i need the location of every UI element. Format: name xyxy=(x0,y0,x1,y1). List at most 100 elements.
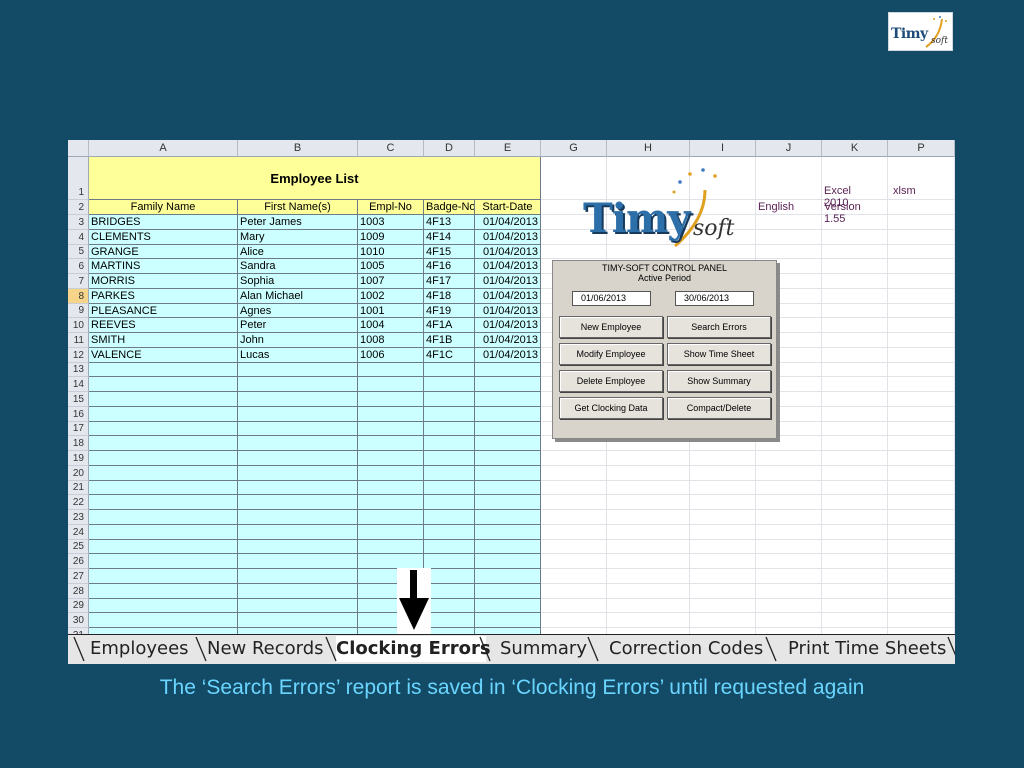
row-header[interactable]: 28 xyxy=(68,583,89,599)
empty-cell[interactable] xyxy=(690,465,756,481)
row-header[interactable]: 12 xyxy=(68,347,89,363)
row-header[interactable]: 15 xyxy=(68,392,89,407)
table-cell[interactable] xyxy=(358,436,424,451)
modify-employee-button[interactable]: Modify Employee xyxy=(559,343,663,365)
empty-cell[interactable] xyxy=(888,333,955,348)
table-cell[interactable]: Alan Michael xyxy=(238,288,358,304)
table-cell[interactable] xyxy=(238,613,358,628)
table-cell[interactable]: Peter xyxy=(238,318,358,333)
table-cell[interactable] xyxy=(238,569,358,584)
table-cell[interactable] xyxy=(424,406,475,422)
table-cell[interactable]: 4F13 xyxy=(424,215,475,230)
table-cell[interactable] xyxy=(475,421,541,437)
table-cell[interactable] xyxy=(358,510,424,525)
table-cell[interactable] xyxy=(424,613,475,628)
table-cell[interactable]: Sandra xyxy=(238,259,358,274)
empty-cell[interactable] xyxy=(607,554,690,569)
empty-cell[interactable] xyxy=(607,465,690,481)
row-header[interactable]: 24 xyxy=(68,524,89,540)
search-errors-button[interactable]: Search Errors xyxy=(667,316,771,338)
table-cell[interactable] xyxy=(89,392,238,407)
empty-cell[interactable] xyxy=(822,451,888,466)
table-cell[interactable] xyxy=(89,436,238,451)
row-header[interactable]: 8 xyxy=(68,288,89,304)
empty-cell[interactable] xyxy=(888,465,955,481)
table-cell[interactable]: 1001 xyxy=(358,303,424,319)
date-to-field[interactable]: 30/06/2013 xyxy=(675,291,754,306)
empty-cell[interactable] xyxy=(541,510,607,525)
delete-employee-button[interactable]: Delete Employee xyxy=(559,370,663,392)
table-cell[interactable]: MARTINS xyxy=(89,259,238,274)
table-cell[interactable] xyxy=(475,480,541,496)
row-header[interactable]: 22 xyxy=(68,495,89,510)
empty-cell[interactable] xyxy=(756,598,822,614)
table-cell[interactable] xyxy=(89,583,238,599)
table-cell[interactable] xyxy=(89,613,238,628)
table-cell[interactable]: 01/04/2013 xyxy=(475,318,541,333)
table-cell[interactable] xyxy=(89,510,238,525)
sheet-tab[interactable]: Summary xyxy=(500,636,600,662)
table-cell[interactable] xyxy=(358,539,424,555)
table-cell[interactable] xyxy=(424,495,475,510)
empty-cell[interactable] xyxy=(541,583,607,599)
empty-cell[interactable] xyxy=(822,436,888,451)
empty-cell[interactable] xyxy=(888,539,955,555)
table-cell[interactable]: BRIDGES xyxy=(89,215,238,230)
row-header[interactable]: 7 xyxy=(68,274,89,289)
empty-cell[interactable] xyxy=(888,451,955,466)
table-cell[interactable]: 01/04/2013 xyxy=(475,215,541,230)
empty-cell[interactable] xyxy=(607,539,690,555)
empty-cell[interactable] xyxy=(888,598,955,614)
table-cell[interactable] xyxy=(238,524,358,540)
empty-cell[interactable] xyxy=(756,495,822,510)
table-cell[interactable] xyxy=(238,510,358,525)
empty-cell[interactable] xyxy=(756,539,822,555)
table-cell[interactable]: 1008 xyxy=(358,333,424,348)
column-header[interactable]: I xyxy=(690,140,756,157)
table-cell[interactable] xyxy=(475,554,541,569)
table-cell[interactable]: John xyxy=(238,333,358,348)
table-cell[interactable]: Agnes xyxy=(238,303,358,319)
table-cell[interactable] xyxy=(358,377,424,392)
empty-cell[interactable] xyxy=(690,613,756,628)
empty-cell[interactable] xyxy=(888,229,955,245)
empty-cell[interactable] xyxy=(888,318,955,333)
table-cell[interactable]: 4F15 xyxy=(424,244,475,260)
row-header[interactable]: 4 xyxy=(68,229,89,245)
empty-cell[interactable] xyxy=(888,259,955,274)
empty-cell[interactable] xyxy=(607,583,690,599)
table-cell[interactable]: 1006 xyxy=(358,347,424,363)
table-header-cell[interactable]: Family Name xyxy=(89,200,238,215)
empty-cell[interactable] xyxy=(822,229,888,245)
table-cell[interactable] xyxy=(475,436,541,451)
column-header[interactable]: P xyxy=(888,140,955,157)
table-cell[interactable] xyxy=(475,406,541,422)
table-cell[interactable] xyxy=(358,495,424,510)
empty-cell[interactable] xyxy=(607,598,690,614)
empty-cell[interactable] xyxy=(541,598,607,614)
table-cell[interactable] xyxy=(358,362,424,378)
row-header[interactable]: 20 xyxy=(68,465,89,481)
row-header[interactable]: 11 xyxy=(68,333,89,348)
table-cell[interactable] xyxy=(424,377,475,392)
empty-cell[interactable] xyxy=(822,495,888,510)
empty-cell[interactable] xyxy=(888,406,955,422)
table-cell[interactable]: 1004 xyxy=(358,318,424,333)
table-cell[interactable] xyxy=(475,465,541,481)
empty-cell[interactable] xyxy=(756,569,822,584)
table-cell[interactable] xyxy=(238,480,358,496)
table-cell[interactable] xyxy=(475,362,541,378)
empty-cell[interactable] xyxy=(822,362,888,378)
table-cell[interactable] xyxy=(424,569,475,584)
table-cell[interactable]: 1007 xyxy=(358,274,424,289)
empty-cell[interactable] xyxy=(690,539,756,555)
table-cell[interactable] xyxy=(424,480,475,496)
column-header[interactable]: K xyxy=(822,140,888,157)
empty-cell[interactable] xyxy=(888,377,955,392)
table-cell[interactable] xyxy=(358,524,424,540)
show-summary-button[interactable]: Show Summary xyxy=(667,370,771,392)
table-cell[interactable]: 01/04/2013 xyxy=(475,347,541,363)
table-cell[interactable] xyxy=(238,377,358,392)
table-cell[interactable] xyxy=(238,406,358,422)
table-cell[interactable] xyxy=(89,495,238,510)
